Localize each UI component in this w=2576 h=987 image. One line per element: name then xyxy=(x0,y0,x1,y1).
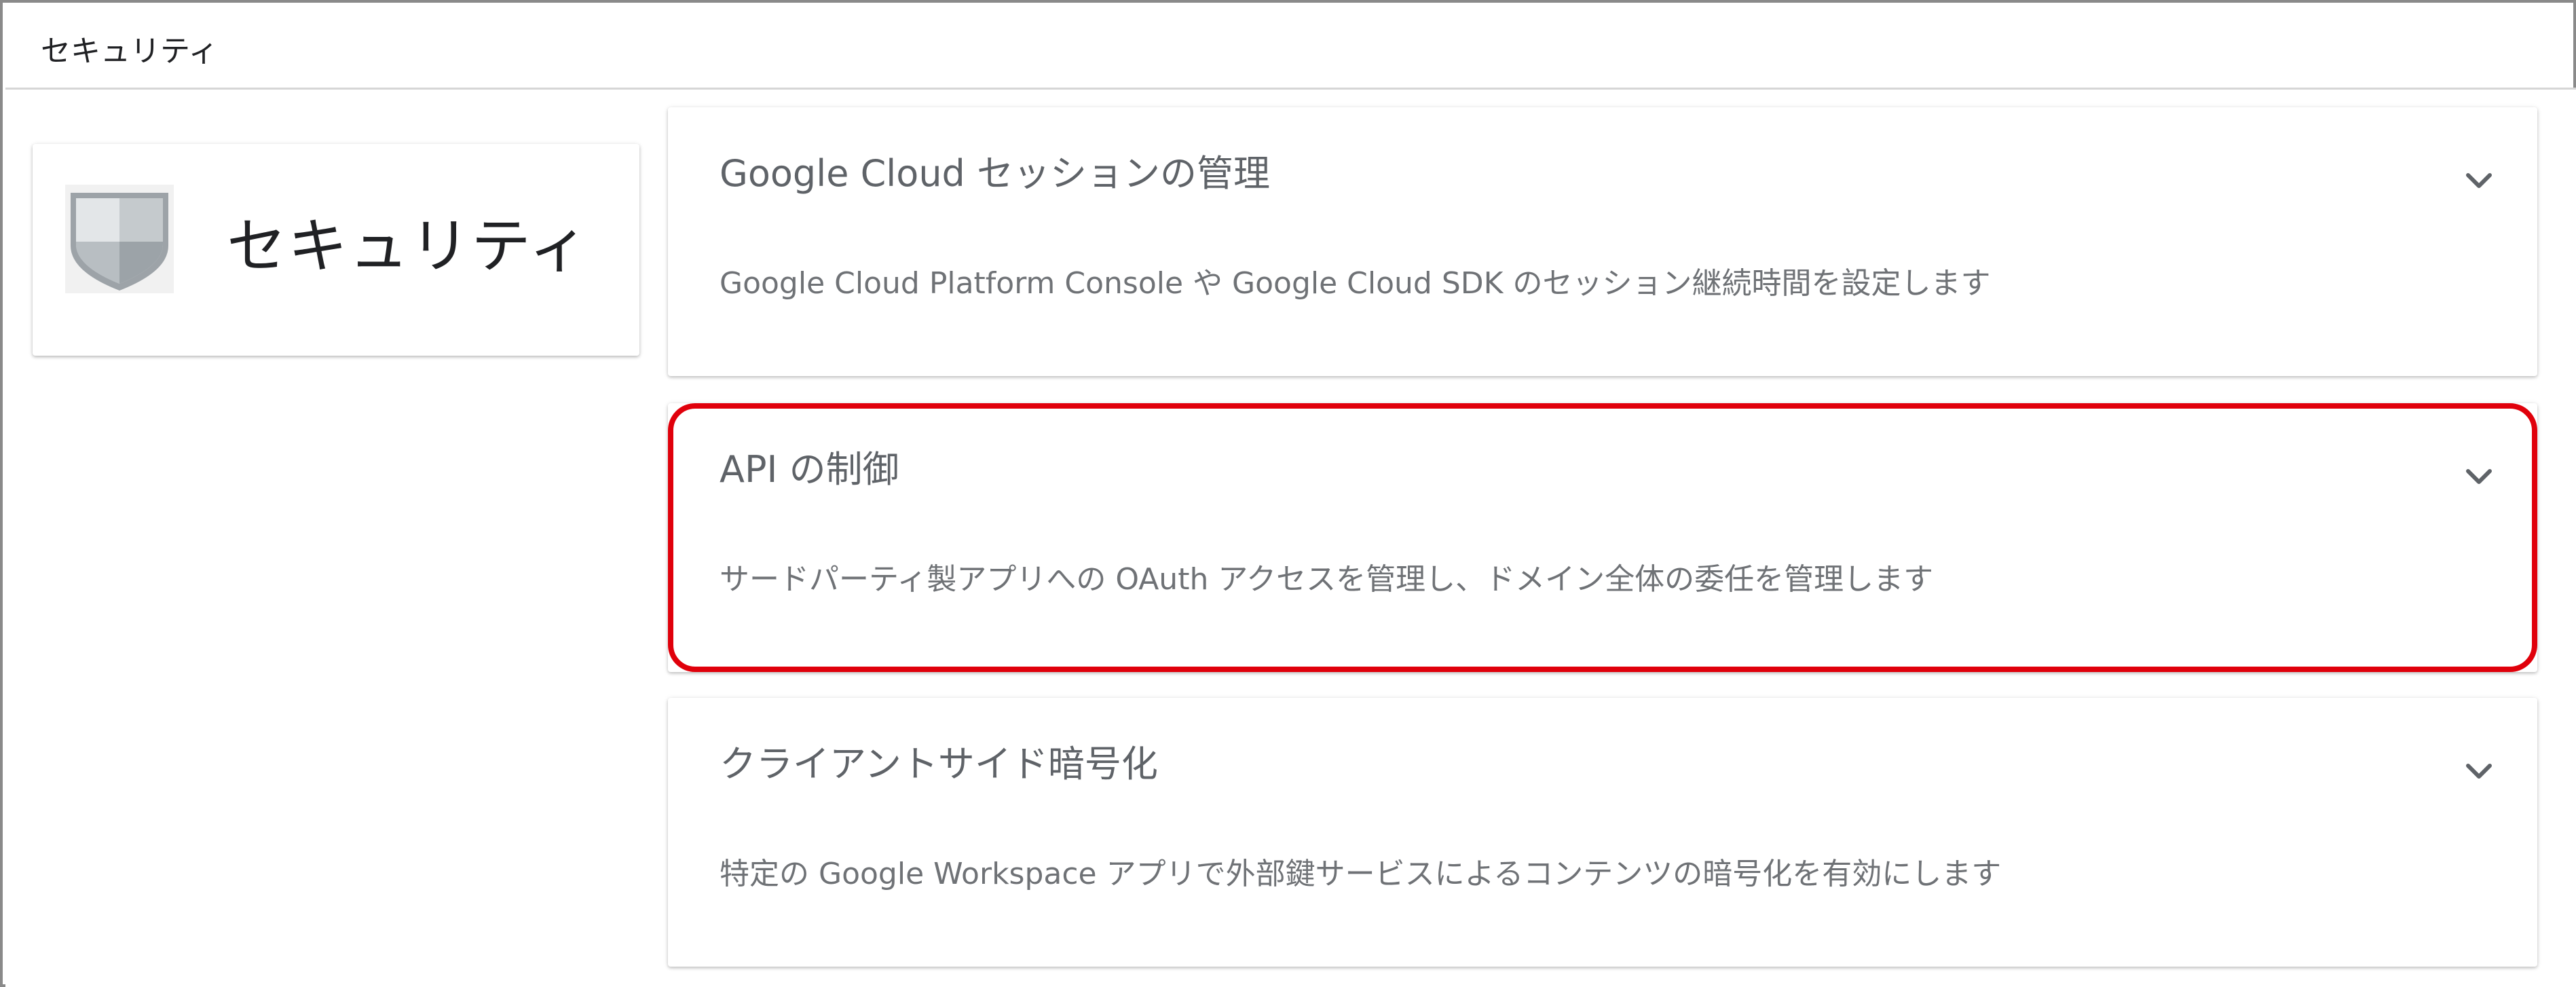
security-card-title: セキュリティ xyxy=(227,211,590,281)
panel-title: クライアントサイド暗号化 xyxy=(720,743,1158,785)
shield-icon xyxy=(65,185,174,293)
window-frame: セキュリティ セキュリティ Google Cloud セッションの管理 Goog… xyxy=(0,0,2576,987)
panel-description: 特定の Google Workspace アプリで外部鍵サービスによるコンテンツ… xyxy=(720,857,2002,891)
panel-client-side-encryption[interactable]: クライアントサイド暗号化 特定の Google Workspace アプリで外部… xyxy=(668,698,2537,967)
page-title: セキュリティ xyxy=(41,34,219,69)
panel-description: サードパーティ製アプリへの OAuth アクセスを管理し、ドメイン全体の委任を管… xyxy=(720,562,1934,597)
panel-title: Google Cloud セッションの管理 xyxy=(720,152,1271,195)
panel-title: API の制御 xyxy=(720,448,899,491)
security-summary-card: セキュリティ xyxy=(33,144,639,356)
chevron-down-icon[interactable] xyxy=(2460,752,2498,790)
panel-description: Google Cloud Platform Console や Google C… xyxy=(720,266,1991,301)
main-content: セキュリティ Google Cloud セッションの管理 Google Clou… xyxy=(5,90,2576,987)
chevron-down-icon[interactable] xyxy=(2460,162,2498,200)
panel-google-cloud-session[interactable]: Google Cloud セッションの管理 Google Cloud Platf… xyxy=(668,107,2537,376)
top-bar: セキュリティ xyxy=(5,5,2576,90)
panel-api-controls[interactable]: API の制御 サードパーティ製アプリへの OAuth アクセスを管理し、ドメイ… xyxy=(668,403,2537,672)
chevron-down-icon[interactable] xyxy=(2460,458,2498,496)
